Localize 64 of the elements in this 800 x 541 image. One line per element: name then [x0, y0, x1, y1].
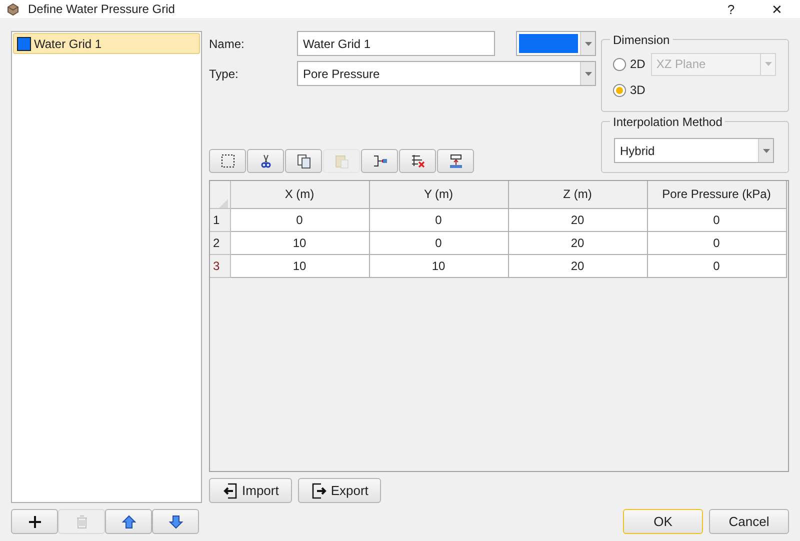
append-row-icon	[448, 153, 464, 169]
table-cell[interactable]: 20	[508, 208, 647, 231]
name-field[interactable]: Water Grid 1	[297, 31, 495, 56]
caret-icon	[584, 42, 592, 46]
insert-button[interactable]	[361, 149, 398, 173]
remove-button[interactable]	[399, 149, 436, 173]
table-cell[interactable]: 10	[230, 254, 369, 277]
table-cell[interactable]: 0	[647, 231, 786, 254]
clipboard-icon	[334, 153, 350, 169]
insert-row-icon	[372, 153, 388, 169]
up-arrow-icon	[122, 514, 136, 528]
delete-row-icon	[410, 153, 426, 169]
ok-button[interactable]: OK	[623, 509, 703, 534]
table-cell[interactable]: 10	[369, 254, 508, 277]
caret-icon	[764, 62, 772, 66]
column-header[interactable]: Y (m)	[369, 181, 508, 208]
table-cell[interactable]: 0	[369, 208, 508, 231]
help-button[interactable]: ?	[708, 0, 754, 18]
caret-icon	[762, 148, 770, 153]
import-icon	[222, 482, 238, 498]
window-title: Define Water Pressure Grid	[28, 1, 175, 18]
type-dropdown[interactable]: Pore Pressure	[297, 61, 596, 86]
radio-button[interactable]	[613, 84, 626, 96]
down-button[interactable]	[152, 509, 199, 534]
import-button[interactable]: Import	[209, 478, 292, 503]
table-cell[interactable]: 0	[369, 231, 508, 254]
caret-icon	[584, 72, 592, 76]
row-number[interactable]: 2	[210, 231, 230, 254]
radio-label: 2D	[630, 56, 646, 73]
select-button[interactable]	[209, 149, 246, 173]
cancel-button[interactable]: Cancel	[709, 509, 789, 534]
grid-list-item[interactable]: Water Grid 1	[13, 33, 200, 54]
table-cell[interactable]: 0	[647, 254, 786, 277]
append-button[interactable]	[437, 149, 474, 173]
table-cell[interactable]: 10	[230, 231, 369, 254]
cut-button[interactable]	[247, 149, 284, 173]
table-cell[interactable]: 20	[508, 254, 647, 277]
color-dropdown[interactable]	[516, 31, 596, 56]
copy-icon	[296, 153, 312, 169]
column-header[interactable]: Pore Pressure (kPa)	[647, 181, 786, 208]
copy-button[interactable]	[285, 149, 322, 173]
table-cell[interactable]: 20	[508, 231, 647, 254]
close-button[interactable]: ✕	[754, 0, 800, 18]
column-header[interactable]: X (m)	[230, 181, 369, 208]
app-icon	[6, 2, 20, 16]
type-label: Type:	[209, 66, 240, 82]
down-arrow-icon	[168, 514, 182, 528]
table-cell[interactable]: 0	[647, 208, 786, 231]
name-label: Name:	[209, 36, 246, 52]
column-header[interactable]: Z (m)	[508, 181, 647, 208]
trash-icon	[74, 514, 88, 528]
corner-icon	[219, 198, 228, 208]
radio-button[interactable]	[613, 58, 626, 70]
export-button[interactable]: Export	[298, 478, 382, 503]
export-icon	[310, 482, 327, 498]
radio-label: 3D	[630, 82, 646, 99]
row-number[interactable]: 3	[210, 254, 230, 277]
add-button[interactable]	[11, 509, 58, 534]
up-button[interactable]	[105, 509, 152, 534]
selection-icon	[220, 153, 236, 169]
interpolation-dropdown[interactable]: Hybrid	[614, 138, 774, 164]
plus-icon	[28, 514, 42, 528]
row-number[interactable]: 1	[210, 208, 230, 231]
table-cell[interactable]: 0	[230, 208, 369, 231]
